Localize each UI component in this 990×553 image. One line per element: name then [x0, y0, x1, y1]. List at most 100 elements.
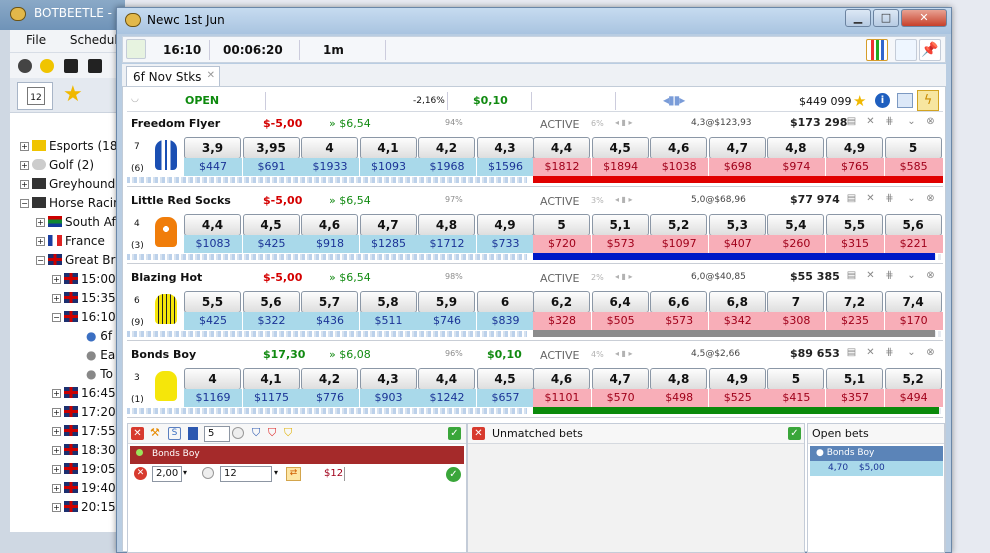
close-button[interactable]: ✕ [901, 9, 947, 27]
bar-icon[interactable] [188, 427, 198, 440]
back-amount[interactable]: $1968 [418, 158, 476, 176]
lay-odds-button[interactable]: 5 [533, 214, 590, 236]
tree-item-esports[interactable]: + Esports (18) [20, 139, 130, 157]
lay-amount[interactable]: $698 [708, 158, 767, 176]
lay-amount[interactable]: $1038 [650, 158, 709, 176]
swap-icon[interactable]: ⇄ [286, 467, 301, 481]
tools-icon[interactable]: ✕ [864, 116, 877, 128]
runner-name[interactable]: Blazing Hot [131, 271, 202, 284]
open-bet-detail[interactable]: 4,70 $5,00 [810, 461, 943, 476]
hash-icon[interactable]: ⋕ [883, 270, 896, 282]
confirm-unmatched-icon[interactable]: ✓ [788, 427, 801, 440]
back-amount[interactable]: $839 [476, 312, 535, 330]
tools-icon[interactable]: ✕ [864, 270, 877, 282]
lay-odds-button[interactable]: 5 [767, 368, 825, 390]
maximize-button[interactable]: □ [873, 9, 899, 27]
expand-icon[interactable]: + [20, 180, 29, 189]
favorite-star-icon[interactable]: ★ [853, 92, 866, 110]
lay-odds-button[interactable]: 6,8 [708, 291, 766, 313]
lay-amount[interactable]: $1097 [650, 235, 709, 253]
expand-icon[interactable]: + [36, 218, 45, 227]
lay-odds-button[interactable]: 5,2 [884, 368, 942, 390]
lay-odds-button[interactable]: 5,5 [826, 214, 883, 236]
lay-amount[interactable]: $585 [884, 158, 943, 176]
menu-file[interactable]: File [26, 33, 46, 47]
chevron-down-icon[interactable]: ⌄ [905, 116, 918, 128]
favorites-star-icon[interactable]: ★ [63, 82, 83, 107]
back-amount[interactable]: $733 [476, 235, 535, 253]
window-titlebar[interactable]: Newc 1st Jun ▁ □ ✕ [117, 8, 951, 34]
open-bet-row[interactable]: ● Bonds Boy [810, 446, 943, 461]
collapse-icon[interactable]: − [20, 199, 29, 208]
confirm-all-icon[interactable]: ✓ [448, 427, 461, 440]
chevron-down-icon[interactable]: ⌄ [905, 270, 918, 282]
window-icon[interactable] [895, 39, 917, 61]
back-odds-button[interactable]: 5,5 [184, 291, 241, 313]
expand-icon[interactable]: + [52, 389, 61, 398]
remove-bet-icon[interactable]: ✕ [134, 467, 147, 480]
lay-odds-button[interactable]: 4,5 [591, 137, 649, 159]
chevron-down-icon[interactable]: ▾ [183, 468, 187, 477]
chart-icon[interactable]: ▤ [845, 116, 858, 128]
info-icon[interactable]: i [875, 93, 890, 108]
lay-odds-button[interactable]: 5 [884, 137, 942, 159]
tree-item-horse-racing[interactable]: − Horse Racin [20, 196, 130, 214]
tools-icon[interactable]: ✕ [864, 347, 877, 359]
lay-amount[interactable]: $498 [650, 389, 709, 407]
back-odds-button[interactable]: 4,9 [476, 214, 534, 236]
back-amount[interactable]: $657 [476, 389, 535, 407]
close-icon[interactable]: ⊗ [924, 193, 937, 205]
cancel-unmatched-icon[interactable]: ✕ [472, 427, 485, 440]
chart-icon[interactable]: ▤ [845, 193, 858, 205]
expand-icon[interactable]: + [20, 142, 29, 151]
back-amount[interactable]: $903 [359, 389, 418, 407]
close-icon[interactable]: ⊗ [924, 116, 937, 128]
hash-icon[interactable]: ⋕ [883, 347, 896, 359]
expand-icon[interactable]: + [52, 465, 61, 474]
back-odds-button[interactable]: 5,7 [301, 291, 358, 313]
lay-odds-button[interactable]: 4,4 [533, 137, 590, 159]
lay-odds-button[interactable]: 4,7 [708, 137, 766, 159]
lay-odds-button[interactable]: 4,6 [650, 137, 708, 159]
lay-amount[interactable]: $1894 [591, 158, 650, 176]
lay-odds-button[interactable]: 5,6 [884, 214, 942, 236]
back-odds-button[interactable]: 4,1 [242, 368, 300, 390]
back-amount[interactable]: $691 [242, 158, 301, 176]
tree-item-greyhound[interactable]: + Greyhound [20, 177, 130, 195]
back-amount[interactable]: $447 [184, 158, 242, 176]
back-amount[interactable]: $436 [301, 312, 359, 330]
greyhound-icon[interactable] [88, 59, 102, 73]
ladder-arrows-icon[interactable]: ◂ ▮ ▸ [615, 349, 633, 358]
expand-icon[interactable]: + [36, 237, 45, 246]
back-odds-button[interactable]: 4,3 [359, 368, 417, 390]
back-odds-button[interactable]: 4,5 [476, 368, 534, 390]
lay-amount[interactable]: $357 [826, 389, 884, 407]
chart-icon[interactable]: ▤ [845, 347, 858, 359]
lay-odds-button[interactable]: 7 [767, 291, 825, 313]
lay-amount[interactable]: $328 [533, 312, 591, 330]
shield-blue-icon[interactable]: ⛉ [252, 426, 260, 440]
tennis-ball-icon[interactable] [40, 59, 54, 73]
lay-amount[interactable]: $765 [826, 158, 884, 176]
collapse-icon[interactable]: − [36, 256, 45, 265]
back-amount[interactable]: $322 [242, 312, 301, 330]
add-market-icon[interactable] [126, 39, 146, 59]
back-odds-button[interactable]: 4,1 [359, 137, 417, 159]
expand-icon[interactable]: + [52, 294, 61, 303]
shield-yellow-icon[interactable]: ⛉ [284, 426, 292, 440]
back-amount[interactable]: $918 [301, 235, 359, 253]
horse-icon[interactable] [64, 59, 78, 73]
lay-amount[interactable]: $407 [708, 235, 767, 253]
place-bet-icon[interactable]: ✓ [446, 467, 461, 482]
lay-amount[interactable]: $415 [767, 389, 826, 407]
back-amount[interactable]: $1083 [184, 235, 242, 253]
ladder-arrows-icon[interactable]: ◂ ▮ ▸ [615, 118, 633, 127]
lay-amount[interactable]: $525 [708, 389, 767, 407]
back-amount[interactable]: $1285 [359, 235, 418, 253]
tree-item-golf[interactable]: + Golf (2) [20, 158, 130, 176]
chevron-down-icon[interactable]: ⌄ [905, 193, 918, 205]
lay-odds-button[interactable]: 5,1 [591, 214, 649, 236]
back-amount[interactable]: $425 [242, 235, 301, 253]
lightning-icon[interactable]: ϟ [917, 90, 939, 111]
back-odds-button[interactable]: 4,7 [359, 214, 417, 236]
